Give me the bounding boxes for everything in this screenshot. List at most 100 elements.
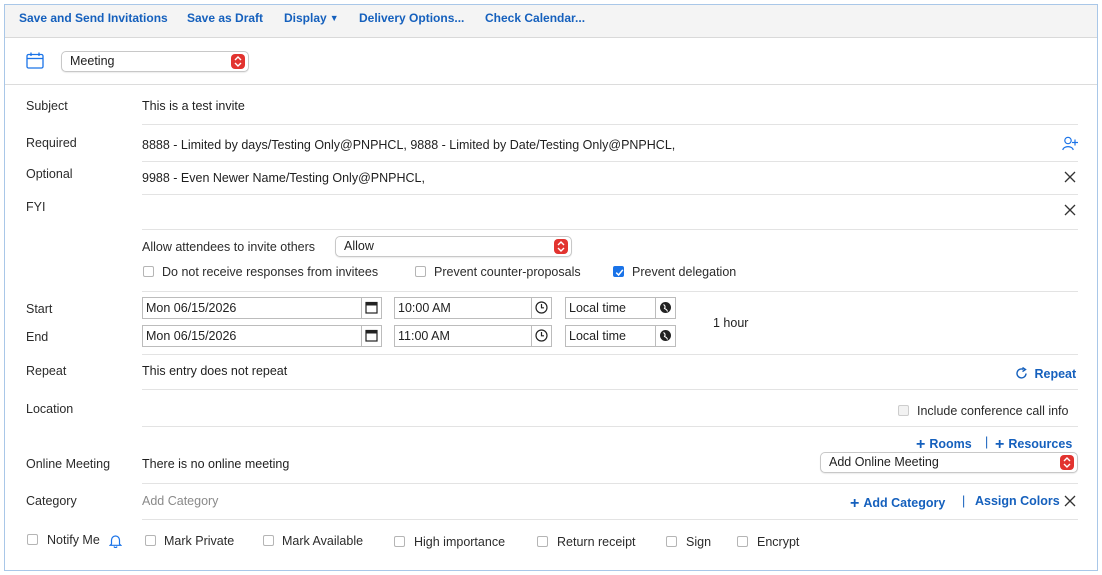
no-responses-checkbox[interactable] bbox=[143, 266, 154, 277]
divider bbox=[142, 194, 1078, 195]
conference-checkbox[interactable] bbox=[898, 405, 909, 416]
online-meeting-label: Online Meeting bbox=[26, 457, 111, 471]
subject-input[interactable]: This is a test invite bbox=[142, 99, 245, 113]
location-label: Location bbox=[26, 402, 74, 416]
optional-input[interactable]: 9988 - Even Newer Name/Testing Only@PNPH… bbox=[142, 171, 425, 185]
start-time-field[interactable]: 10:00 AM bbox=[394, 297, 552, 319]
display-label: Display bbox=[284, 11, 327, 25]
updown-arrow-icon bbox=[231, 54, 245, 69]
updown-arrow-icon bbox=[554, 239, 568, 254]
clock-icon[interactable] bbox=[531, 298, 551, 318]
link-divider: | bbox=[962, 494, 966, 508]
end-timezone-field[interactable]: Local time bbox=[565, 325, 676, 347]
mark-available-label: Mark Available bbox=[282, 534, 364, 548]
rooms-label: Rooms bbox=[929, 437, 972, 451]
optional-label: Optional bbox=[26, 167, 73, 181]
rooms-link[interactable]: + Rooms bbox=[916, 435, 972, 453]
end-timezone-value: Local time bbox=[569, 329, 626, 343]
updown-arrow-icon bbox=[1060, 455, 1074, 470]
divider bbox=[142, 161, 1078, 162]
add-person-icon[interactable] bbox=[1062, 136, 1078, 154]
calendar-entry-form: Save and Send Invitations Save as Draft … bbox=[4, 4, 1098, 571]
sign-checkbox[interactable] bbox=[666, 536, 677, 547]
end-time-field[interactable]: 11:00 AM bbox=[394, 325, 552, 347]
notify-me-label: Notify Me bbox=[47, 533, 100, 547]
repeat-link[interactable]: Repeat bbox=[1015, 365, 1076, 381]
refresh-icon bbox=[1015, 366, 1031, 383]
return-receipt-checkbox[interactable] bbox=[537, 536, 548, 547]
online-meeting-selected: Add Online Meeting bbox=[829, 455, 939, 469]
repeat-value: This entry does not repeat bbox=[142, 364, 288, 378]
mark-private-label: Mark Private bbox=[164, 534, 235, 548]
plus-icon: + bbox=[916, 436, 926, 453]
start-timezone-field[interactable]: Local time bbox=[565, 297, 676, 319]
invite-others-value: Allow bbox=[344, 239, 374, 253]
start-label: Start bbox=[26, 302, 53, 316]
divider bbox=[142, 124, 1078, 125]
mark-available-checkbox[interactable] bbox=[263, 535, 274, 546]
category-label: Category bbox=[26, 494, 77, 508]
clear-category-icon[interactable] bbox=[1064, 495, 1076, 507]
sign-label: Sign bbox=[686, 535, 712, 549]
end-date-field[interactable]: Mon 06/15/2026 bbox=[142, 325, 382, 347]
start-date-field[interactable]: Mon 06/15/2026 bbox=[142, 297, 382, 319]
prevent-delegation-checkbox[interactable] bbox=[613, 266, 624, 277]
divider bbox=[142, 389, 1078, 390]
globe-icon[interactable] bbox=[655, 326, 675, 346]
plus-icon: + bbox=[995, 436, 1005, 453]
delivery-options-button[interactable]: Delivery Options... bbox=[359, 11, 464, 25]
divider bbox=[142, 426, 1078, 427]
divider bbox=[142, 354, 1078, 355]
start-timezone-value: Local time bbox=[569, 301, 626, 315]
add-category-label: Add Category bbox=[863, 496, 946, 510]
online-meeting-select[interactable]: Add Online Meeting bbox=[820, 452, 1078, 473]
entry-type-bar: Meeting bbox=[5, 39, 1097, 85]
notify-me-checkbox[interactable] bbox=[27, 534, 38, 545]
assign-colors-link[interactable]: Assign Colors bbox=[975, 494, 1060, 508]
save-draft-button[interactable]: Save as Draft bbox=[187, 11, 263, 25]
display-menu[interactable]: Display ▼ bbox=[284, 11, 339, 25]
entry-type-value: Meeting bbox=[70, 54, 115, 68]
online-meeting-value: There is no online meeting bbox=[142, 457, 290, 471]
required-input[interactable]: 8888 - Limited by days/Testing Only@PNPH… bbox=[142, 138, 675, 152]
required-label: Required bbox=[26, 136, 77, 150]
divider bbox=[142, 291, 1078, 292]
mark-private-checkbox[interactable] bbox=[145, 535, 156, 546]
conference-label: Include conference call info bbox=[917, 404, 1069, 418]
repeat-link-label: Repeat bbox=[1034, 367, 1077, 381]
encrypt-label: Encrypt bbox=[757, 535, 800, 549]
date-picker-icon[interactable] bbox=[361, 326, 381, 346]
high-importance-checkbox[interactable] bbox=[394, 536, 405, 547]
start-time-value: 10:00 AM bbox=[398, 301, 451, 315]
action-toolbar: Save and Send Invitations Save as Draft … bbox=[5, 5, 1097, 38]
prevent-counter-checkbox[interactable] bbox=[415, 266, 426, 277]
end-date-value: Mon 06/15/2026 bbox=[146, 329, 237, 343]
resources-link[interactable]: + Resources bbox=[995, 435, 1072, 453]
resources-label: Resources bbox=[1008, 437, 1073, 451]
duration-text: 1 hour bbox=[713, 316, 749, 330]
subject-label: Subject bbox=[26, 99, 68, 113]
save-send-button[interactable]: Save and Send Invitations bbox=[19, 11, 168, 25]
divider bbox=[142, 519, 1078, 520]
fyi-label: FYI bbox=[26, 200, 46, 214]
divider bbox=[142, 229, 1078, 230]
end-time-value: 11:00 AM bbox=[398, 329, 450, 343]
location-input[interactable] bbox=[142, 402, 842, 418]
return-receipt-label: Return receipt bbox=[557, 535, 636, 549]
no-responses-label: Do not receive responses from invitees bbox=[162, 265, 379, 279]
encrypt-checkbox[interactable] bbox=[737, 536, 748, 547]
category-input[interactable]: Add Category bbox=[142, 494, 218, 508]
date-picker-icon[interactable] bbox=[361, 298, 381, 318]
clear-fyi-icon[interactable] bbox=[1064, 204, 1076, 216]
add-category-link[interactable]: + Add Category bbox=[850, 494, 945, 512]
clock-icon[interactable] bbox=[531, 326, 551, 346]
entry-type-select[interactable]: Meeting bbox=[61, 51, 249, 72]
check-calendar-button[interactable]: Check Calendar... bbox=[485, 11, 585, 25]
globe-icon[interactable] bbox=[655, 298, 675, 318]
link-divider: | bbox=[985, 435, 989, 449]
prevent-delegation-label: Prevent delegation bbox=[632, 265, 737, 279]
invite-others-select[interactable]: Allow bbox=[335, 236, 572, 257]
clear-optional-icon[interactable] bbox=[1064, 171, 1076, 183]
high-importance-label: High importance bbox=[414, 535, 506, 549]
repeat-label: Repeat bbox=[26, 364, 67, 378]
